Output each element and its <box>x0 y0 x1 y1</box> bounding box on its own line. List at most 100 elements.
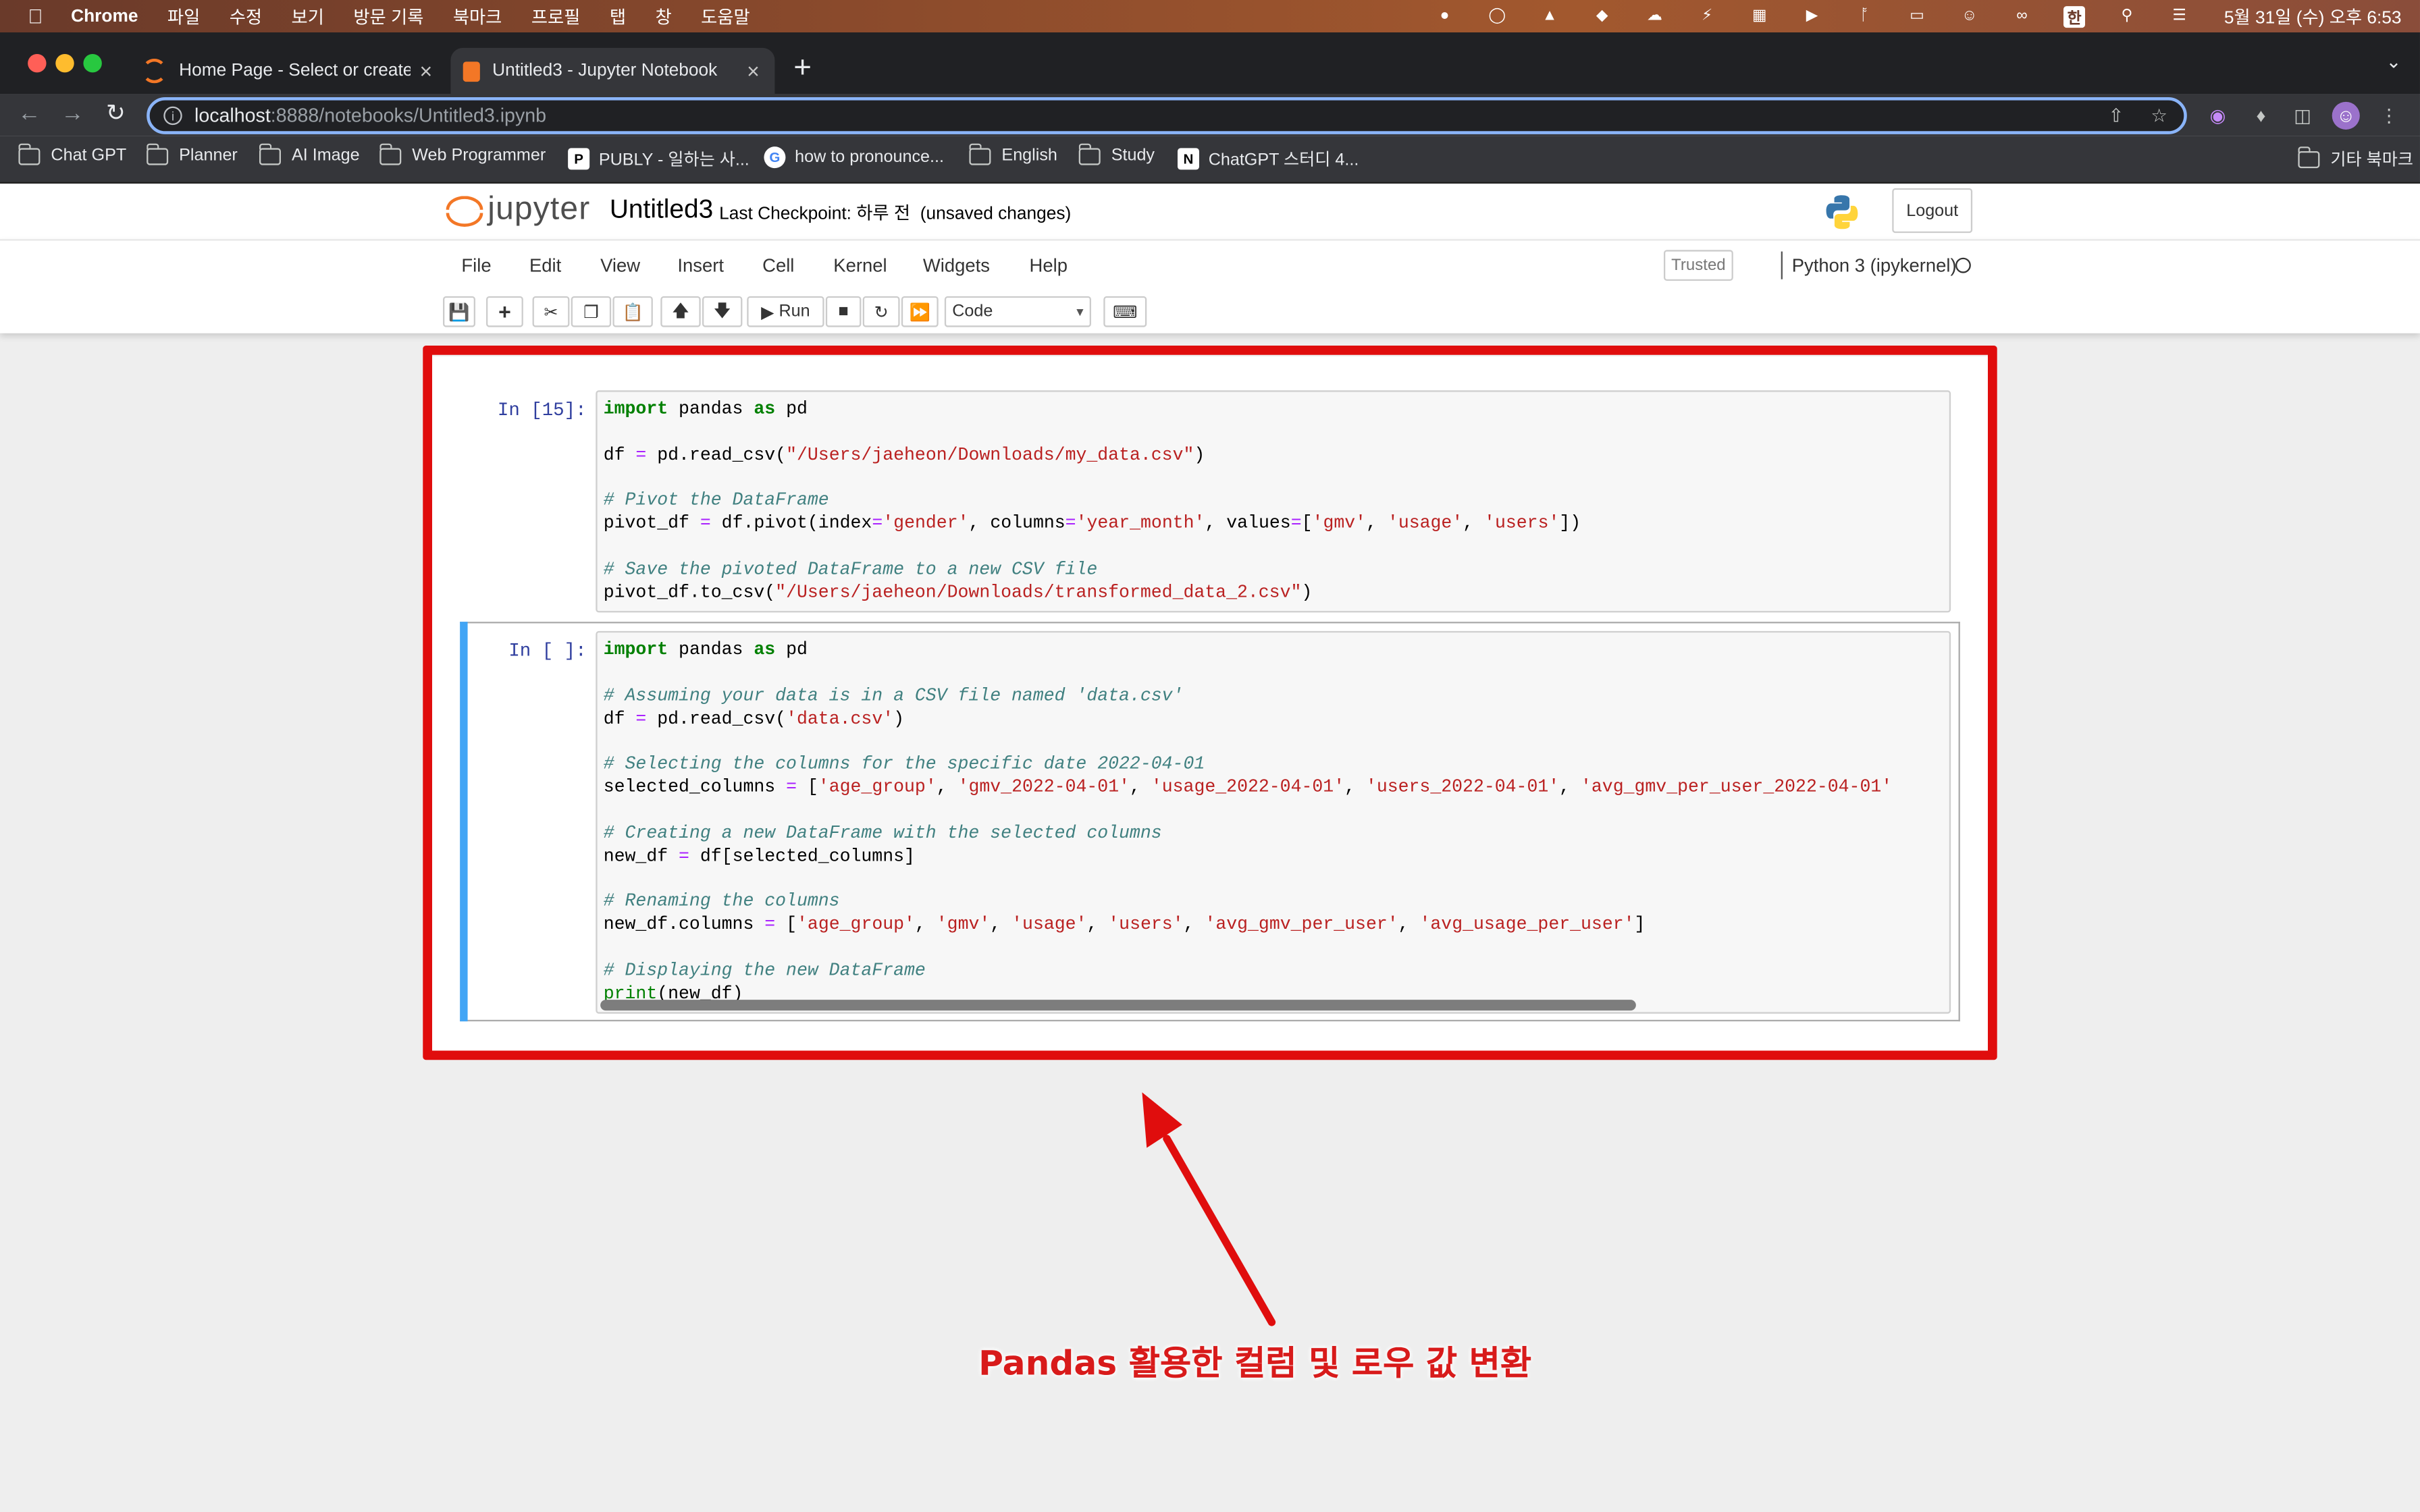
new-tab-icon[interactable]: + <box>787 51 818 84</box>
control-center-icon[interactable]: ☰ <box>2169 5 2190 27</box>
extensions-puzzle-icon[interactable]: ♦ <box>2247 102 2275 130</box>
menubar-clock[interactable]: 5월 31일 (수) 오후 6:53 <box>2224 4 2402 29</box>
menu-widgets[interactable]: Widgets <box>923 254 990 276</box>
folder-icon <box>969 142 991 165</box>
site-info-icon[interactable]: i <box>163 106 182 126</box>
play-icon[interactable]: ▶ <box>1801 5 1823 27</box>
bookmark-folder[interactable]: Web Programmer <box>379 142 546 165</box>
back-icon[interactable]: ← <box>14 99 45 130</box>
extension-badge-icon[interactable]: ◉ <box>2204 102 2232 130</box>
copy-button[interactable]: ❐ <box>571 296 612 327</box>
tab-search-chevron-icon[interactable]: ⌄ <box>2386 51 2402 72</box>
folder-icon <box>2298 145 2320 167</box>
record-icon[interactable]: ● <box>1434 5 1456 27</box>
restart-run-all-button[interactable]: ⏩ <box>901 296 939 327</box>
jupyter-logo[interactable]: jupyter <box>444 191 590 228</box>
profile-avatar-icon[interactable]: ☺ <box>2332 101 2360 130</box>
tab-untitled3[interactable]: Untitled3 - Jupyter Notebook × <box>450 47 775 94</box>
cloud-icon[interactable]: ☁ <box>1643 5 1665 27</box>
publy-icon: P <box>568 148 590 170</box>
bookmarks-bar: Chat GPT Planner AI Image Web Programmer… <box>0 136 2420 184</box>
run-button[interactable]: ▶ Run <box>747 296 824 327</box>
cell-type-select[interactable]: Code ▾ <box>944 296 1091 327</box>
cut-button[interactable]: ✂ <box>532 296 570 327</box>
bookmark-star-icon[interactable]: ☆ <box>2147 105 2172 126</box>
checkpoint-status: Last Checkpoint: 하루 전 (unsaved changes) <box>719 205 1072 224</box>
menu-file[interactable]: File <box>461 254 491 276</box>
move-down-button[interactable]: 🡇 <box>702 296 743 327</box>
menu-profile[interactable]: 프로필 <box>531 4 581 29</box>
menu-edit[interactable]: Edit <box>529 254 561 276</box>
menu-file[interactable]: 파일 <box>167 4 200 29</box>
menu-history[interactable]: 방문 기록 <box>353 4 423 29</box>
menu-help[interactable]: 도움말 <box>701 4 750 29</box>
address-url[interactable]: localhost:8888/notebooks/Untitled3.ipynb <box>194 105 546 126</box>
bookmark-folder[interactable]: Chat GPT <box>18 142 126 165</box>
menu-view[interactable]: View <box>600 254 640 276</box>
annotation-arrow-icon <box>1142 1092 1276 1326</box>
trusted-indicator[interactable]: Trusted <box>1663 250 1733 281</box>
paste-button[interactable]: 📋 <box>612 296 653 327</box>
status-area: ● ◯ ▲ ◆ ☁ ⚡ ▦ ▶ ᚩ ▭ ☺ ∞ 한 ⚲ ☰ 5월 31일 (수)… <box>1434 0 2420 32</box>
tab-home-page[interactable]: Home Page - Select or create a notebook … <box>130 48 448 94</box>
highlight-box <box>423 345 1997 1060</box>
menu-bookmarks[interactable]: 북마크 <box>453 4 502 29</box>
reload-icon[interactable]: ↻ <box>101 99 132 130</box>
interrupt-button[interactable]: ■ <box>825 296 862 327</box>
bookmark-folder[interactable]: Study <box>1078 142 1155 165</box>
apple-icon[interactable]:  <box>25 5 47 28</box>
bookmark-link[interactable]: Ghow to pronounce... <box>764 146 944 169</box>
restart-icon: ↻ <box>874 303 889 322</box>
kernel-idle-indicator-icon <box>1955 257 1971 273</box>
restart-button[interactable]: ↻ <box>862 296 900 327</box>
bluetooth-icon[interactable]: ᚩ <box>1853 5 1875 27</box>
app-status-icon[interactable]: ▲ <box>1539 5 1560 27</box>
link-icon[interactable]: ∞ <box>2011 5 2032 27</box>
menu-app-name[interactable]: Chrome <box>71 7 138 25</box>
close-tab-icon[interactable]: × <box>738 59 769 84</box>
tab-title: Home Page - Select or create a notebook <box>179 61 411 80</box>
move-up-button[interactable]: 🡅 <box>660 296 701 327</box>
copy-icon: ❐ <box>583 303 599 322</box>
forward-icon[interactable]: → <box>57 99 88 130</box>
close-window-button[interactable] <box>28 53 47 73</box>
bolt-icon[interactable]: ⚡ <box>1696 5 1718 27</box>
menu-kernel[interactable]: Kernel <box>833 254 887 276</box>
other-bookmarks-folder[interactable]: 기타 북마크 <box>2298 145 2413 171</box>
notebook-name[interactable]: Untitled3 <box>610 194 713 225</box>
address-bar[interactable]: i localhost:8888/notebooks/Untitled3.ipy… <box>147 97 2187 134</box>
insert-cell-button[interactable]: + <box>485 296 523 327</box>
save-button[interactable]: 💾 <box>442 296 475 327</box>
bookmark-link[interactable]: N ChatGPT 스터디 4... <box>1177 146 1359 171</box>
share-icon[interactable]: ⇧ <box>2103 105 2128 126</box>
bookmark-folder[interactable]: AI Image <box>259 142 360 165</box>
bookmark-folder[interactable]: English <box>969 142 1057 165</box>
battery-icon[interactable]: ▭ <box>1906 5 1928 27</box>
chrome-menu-icon[interactable]: ⋮ <box>2375 102 2403 130</box>
chevron-down-icon: ▾ <box>1076 304 1084 320</box>
input-source-icon[interactable]: 한 <box>2063 5 2086 28</box>
side-panel-icon[interactable]: ◫ <box>2289 102 2317 130</box>
keyboard-icon: ⌨ <box>1113 303 1138 322</box>
dropbox-icon[interactable]: ◆ <box>1592 5 1613 27</box>
chrome-toolbar: ← → ↻ i localhost:8888/notebooks/Untitle… <box>0 94 2420 136</box>
zoom-window-button[interactable] <box>83 53 102 73</box>
close-tab-icon[interactable]: × <box>411 59 442 84</box>
kernel-name[interactable]: Python 3 (ipykernel) <box>1781 251 1957 279</box>
menu-edit[interactable]: 수정 <box>230 4 262 29</box>
bookmark-link[interactable]: P PUBLY - 일하는 사... <box>568 146 749 171</box>
menu-cell[interactable]: Cell <box>762 254 794 276</box>
menu-insert[interactable]: Insert <box>677 254 724 276</box>
bookmark-folder[interactable]: Planner <box>147 142 238 165</box>
logout-button[interactable]: Logout <box>1892 188 1973 234</box>
timer-icon[interactable]: ◯ <box>1486 5 1508 27</box>
menu-window[interactable]: 창 <box>655 4 671 29</box>
layout-icon[interactable]: ▦ <box>1749 5 1770 27</box>
user-icon[interactable]: ☺ <box>1959 5 1980 27</box>
minimize-window-button[interactable] <box>55 53 74 73</box>
spotlight-search-icon[interactable]: ⚲ <box>2116 5 2138 27</box>
menu-tab[interactable]: 탭 <box>610 4 626 29</box>
menu-help[interactable]: Help <box>1030 254 1068 276</box>
menu-view[interactable]: 보기 <box>292 4 324 29</box>
command-palette-button[interactable]: ⌨ <box>1103 296 1147 327</box>
